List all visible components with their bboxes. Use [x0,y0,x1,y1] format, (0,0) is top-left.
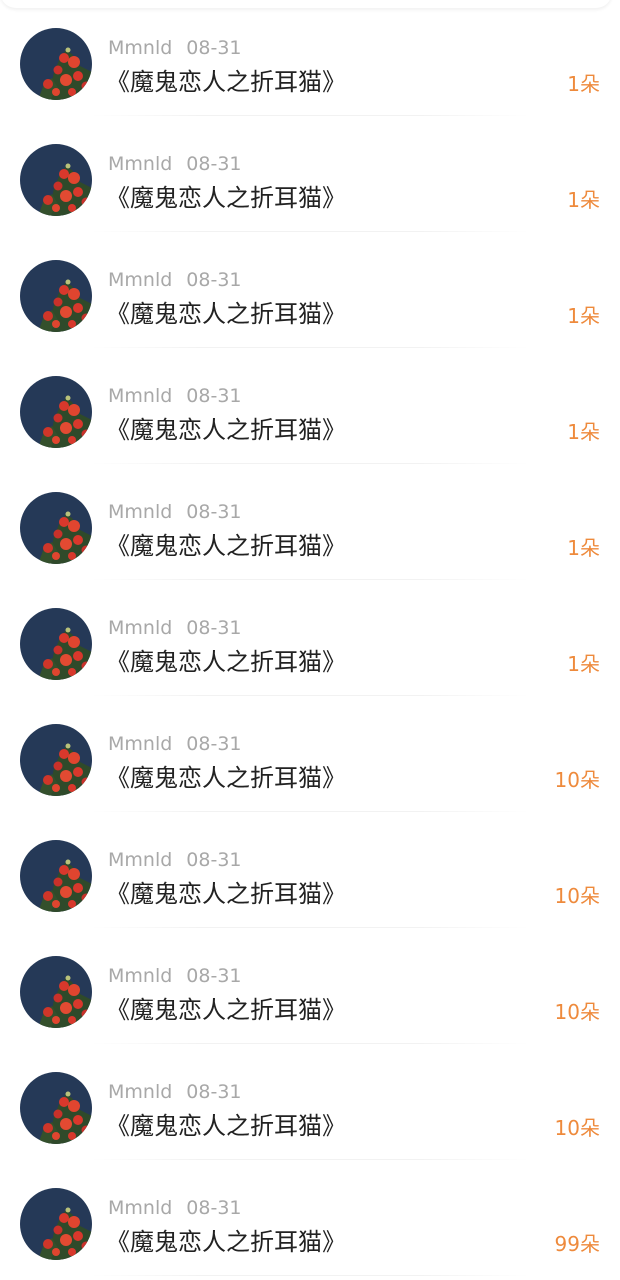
book-title[interactable]: 《魔鬼恋人之折耳猫》 [106,1110,346,1142]
flower-count: 1朵 [567,536,600,560]
sender-name[interactable]: Mmnld [108,733,172,755]
avatar[interactable] [20,724,92,796]
list-item[interactable]: Mmnld 08-31 《魔鬼恋人之折耳猫》 1朵 [0,464,620,580]
gift-date: 08-31 [186,37,242,59]
flower-count: 1朵 [567,188,600,212]
list-item[interactable]: Mmnld 08-31 《魔鬼恋人之折耳猫》 10朵 [0,928,620,1044]
book-title[interactable]: 《魔鬼恋人之折耳猫》 [106,1226,346,1258]
flower-count: 99朵 [554,1232,600,1256]
sender-name[interactable]: Mmnld [108,849,172,871]
gift-meta: Mmnld 08-31 [108,1080,242,1104]
rose-avatar-icon [20,608,92,680]
avatar[interactable] [20,376,92,448]
rose-avatar-icon [20,376,92,448]
gift-meta: Mmnld 08-31 [108,268,242,292]
book-title[interactable]: 《魔鬼恋人之折耳猫》 [106,530,346,562]
flower-count: 10朵 [554,884,600,908]
gift-meta: Mmnld 08-31 [108,964,242,988]
flower-count: 1朵 [567,72,600,96]
gift-meta: Mmnld 08-31 [108,732,242,756]
list-item[interactable]: Mmnld 08-31 《魔鬼恋人之折耳猫》 1朵 [0,0,620,116]
sender-name[interactable]: Mmnld [108,37,172,59]
gift-meta: Mmnld 08-31 [108,1196,242,1220]
list-item[interactable]: Mmnld 08-31 《魔鬼恋人之折耳猫》 1朵 [0,232,620,348]
avatar[interactable] [20,144,92,216]
rose-avatar-icon [20,724,92,796]
gift-meta: Mmnld 08-31 [108,500,242,524]
avatar[interactable] [20,1072,92,1144]
gift-meta: Mmnld 08-31 [108,384,242,408]
avatar[interactable] [20,608,92,680]
gift-date: 08-31 [186,849,242,871]
flower-count: 10朵 [554,1116,600,1140]
avatar[interactable] [20,956,92,1028]
list-item[interactable]: Mmnld 08-31 《魔鬼恋人之折耳猫》 10朵 [0,812,620,928]
flower-count: 1朵 [567,304,600,328]
sender-name[interactable]: Mmnld [108,617,172,639]
gift-date: 08-31 [186,1197,242,1219]
avatar[interactable] [20,1188,92,1260]
flower-count: 10朵 [554,768,600,792]
avatar[interactable] [20,492,92,564]
flower-count: 1朵 [567,420,600,444]
sender-name[interactable]: Mmnld [108,965,172,987]
gift-date: 08-31 [186,965,242,987]
book-title[interactable]: 《魔鬼恋人之折耳猫》 [106,66,346,98]
rose-avatar-icon [20,956,92,1028]
sender-name[interactable]: Mmnld [108,501,172,523]
sender-name[interactable]: Mmnld [108,269,172,291]
rose-avatar-icon [20,1188,92,1260]
avatar[interactable] [20,260,92,332]
gift-date: 08-31 [186,269,242,291]
book-title[interactable]: 《魔鬼恋人之折耳猫》 [106,994,346,1026]
row-divider [90,1275,530,1276]
book-title[interactable]: 《魔鬼恋人之折耳猫》 [106,414,346,446]
book-title[interactable]: 《魔鬼恋人之折耳猫》 [106,298,346,330]
gift-date: 08-31 [186,733,242,755]
gift-date: 08-31 [186,153,242,175]
sender-name[interactable]: Mmnld [108,153,172,175]
rose-avatar-icon [20,260,92,332]
gift-meta: Mmnld 08-31 [108,152,242,176]
book-title[interactable]: 《魔鬼恋人之折耳猫》 [106,182,346,214]
book-title[interactable]: 《魔鬼恋人之折耳猫》 [106,878,346,910]
list-item[interactable]: Mmnld 08-31 《魔鬼恋人之折耳猫》 1朵 [0,116,620,232]
gift-date: 08-31 [186,617,242,639]
list-item[interactable]: Mmnld 08-31 《魔鬼恋人之折耳猫》 10朵 [0,696,620,812]
list-item[interactable]: Mmnld 08-31 《魔鬼恋人之折耳猫》 99朵 [0,1160,620,1276]
avatar[interactable] [20,840,92,912]
rose-avatar-icon [20,28,92,100]
gift-meta: Mmnld 08-31 [108,36,242,60]
gift-meta: Mmnld 08-31 [108,616,242,640]
flower-count: 1朵 [567,652,600,676]
gift-date: 08-31 [186,385,242,407]
list-item[interactable]: Mmnld 08-31 《魔鬼恋人之折耳猫》 1朵 [0,348,620,464]
rose-avatar-icon [20,840,92,912]
sender-name[interactable]: Mmnld [108,385,172,407]
rose-avatar-icon [20,492,92,564]
book-title[interactable]: 《魔鬼恋人之折耳猫》 [106,762,346,794]
rose-avatar-icon [20,1072,92,1144]
gift-date: 08-31 [186,501,242,523]
sender-name[interactable]: Mmnld [108,1081,172,1103]
rose-avatar-icon [20,144,92,216]
book-title[interactable]: 《魔鬼恋人之折耳猫》 [106,646,346,678]
gift-date: 08-31 [186,1081,242,1103]
flower-count: 10朵 [554,1000,600,1024]
gift-meta: Mmnld 08-31 [108,848,242,872]
list-item[interactable]: Mmnld 08-31 《魔鬼恋人之折耳猫》 1朵 [0,580,620,696]
avatar[interactable] [20,28,92,100]
list-item[interactable]: Mmnld 08-31 《魔鬼恋人之折耳猫》 10朵 [0,1044,620,1160]
sender-name[interactable]: Mmnld [108,1197,172,1219]
